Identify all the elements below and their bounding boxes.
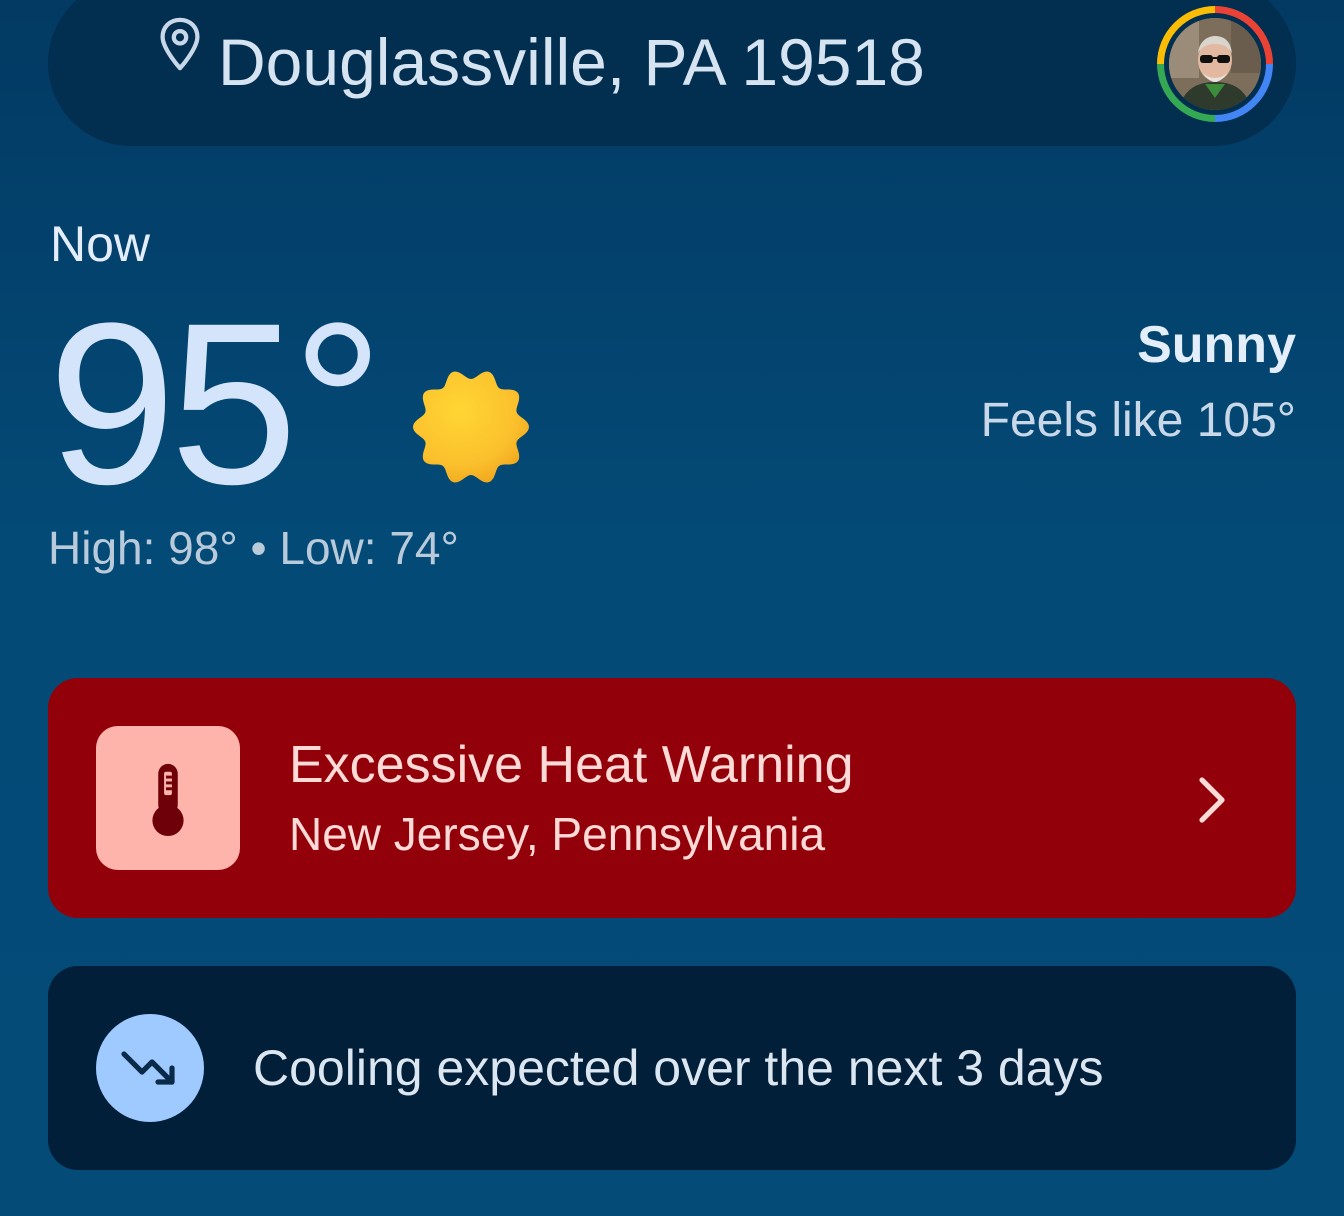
- high-low-temperatures: High: 98° • Low: 74°: [48, 522, 459, 574]
- feels-like-text: Feels like 105°: [980, 394, 1296, 447]
- chevron-right-icon[interactable]: [1192, 774, 1232, 826]
- now-label: Now: [50, 216, 151, 272]
- thermometer-icon: [152, 763, 184, 837]
- location-pin-icon: [160, 17, 200, 71]
- sun-icon: [413, 371, 529, 483]
- alert-title: Excessive Heat Warning: [289, 736, 854, 794]
- trend-icon-container: [96, 1014, 204, 1122]
- cooling-trend-card[interactable]: Cooling expected over the next 3 days: [48, 966, 1296, 1170]
- avatar-portrait-icon: [1169, 18, 1261, 110]
- condition-text: Sunny: [1137, 316, 1296, 374]
- avatar-photo: [1169, 18, 1261, 110]
- trend-text: Cooling expected over the next 3 days: [253, 1040, 1104, 1096]
- account-avatar[interactable]: [1157, 6, 1273, 122]
- heat-warning-alert-card[interactable]: Excessive Heat Warning New Jersey, Penns…: [48, 678, 1296, 918]
- location-text[interactable]: Douglassville, PA 19518: [218, 22, 925, 102]
- trending-down-icon: [121, 1051, 175, 1085]
- alert-regions: New Jersey, Pennsylvania: [289, 808, 826, 860]
- current-temperature: 95°: [48, 275, 384, 532]
- alert-icon-container: [96, 726, 240, 870]
